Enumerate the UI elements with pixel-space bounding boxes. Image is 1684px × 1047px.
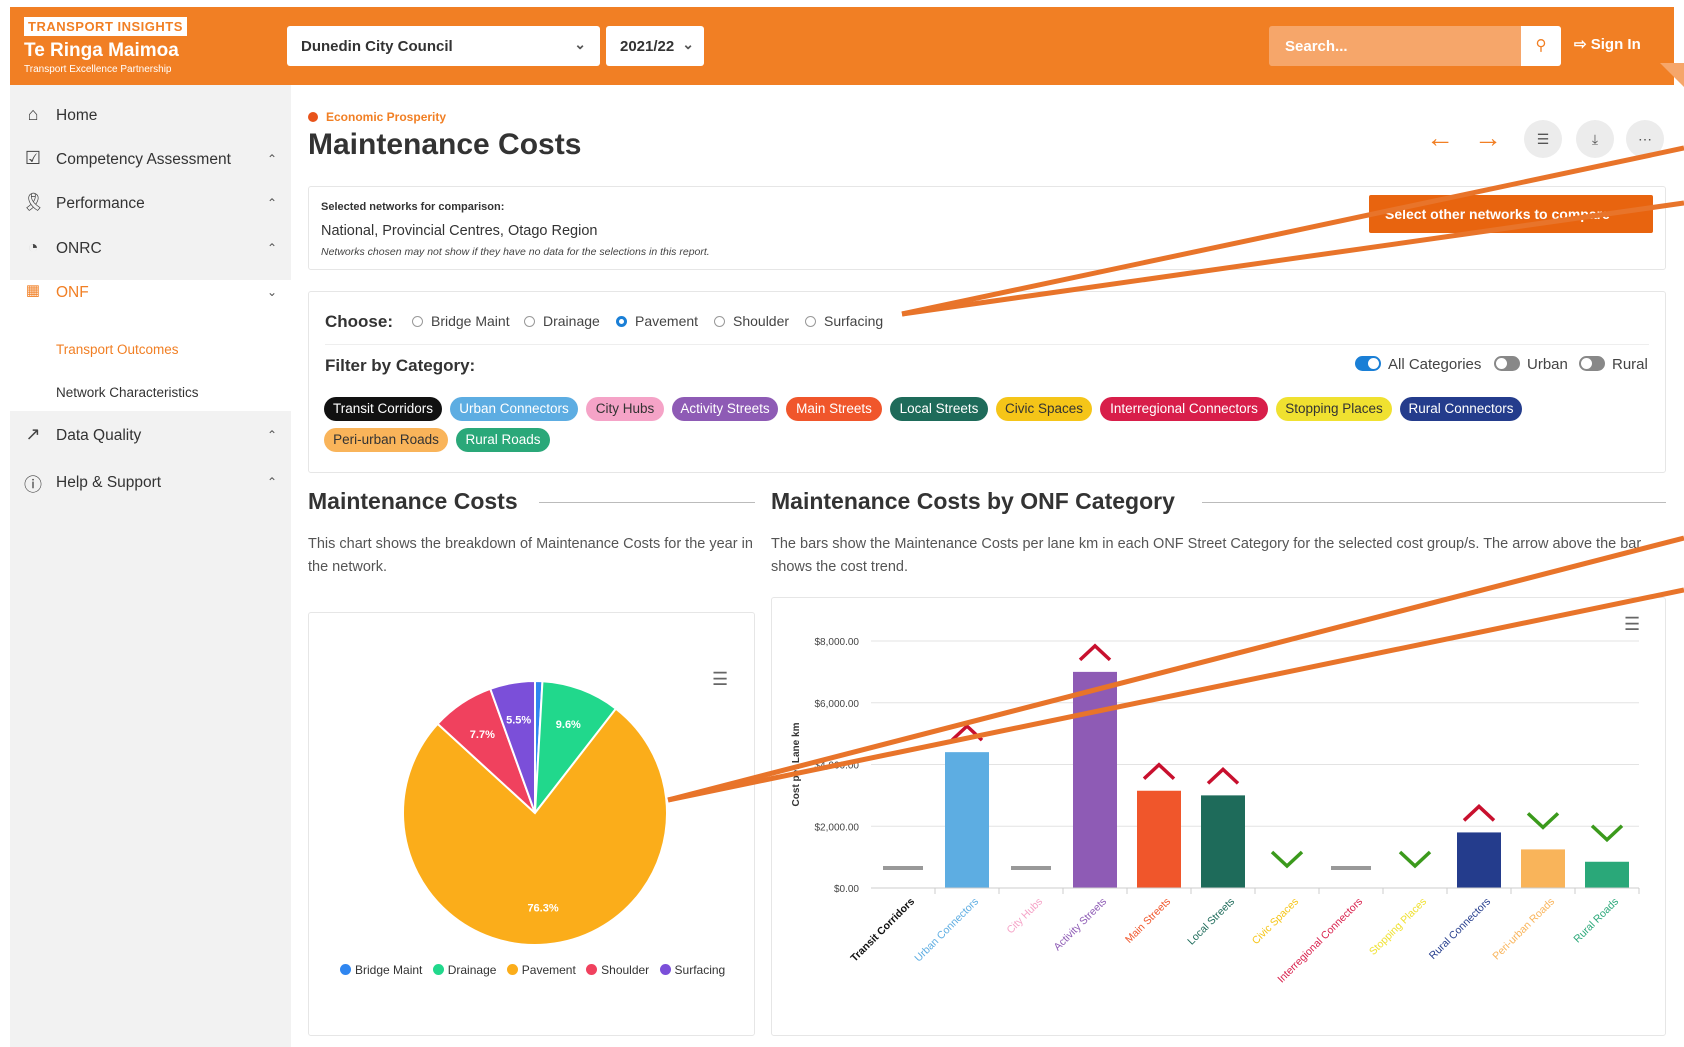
annotation-line — [667, 587, 1684, 803]
annotation-line — [901, 200, 1684, 317]
annotation-line — [901, 145, 1684, 317]
annotation-overlay — [667, 63, 1684, 803]
page-corner-fold — [1660, 63, 1684, 87]
annotation-line — [667, 535, 1684, 803]
